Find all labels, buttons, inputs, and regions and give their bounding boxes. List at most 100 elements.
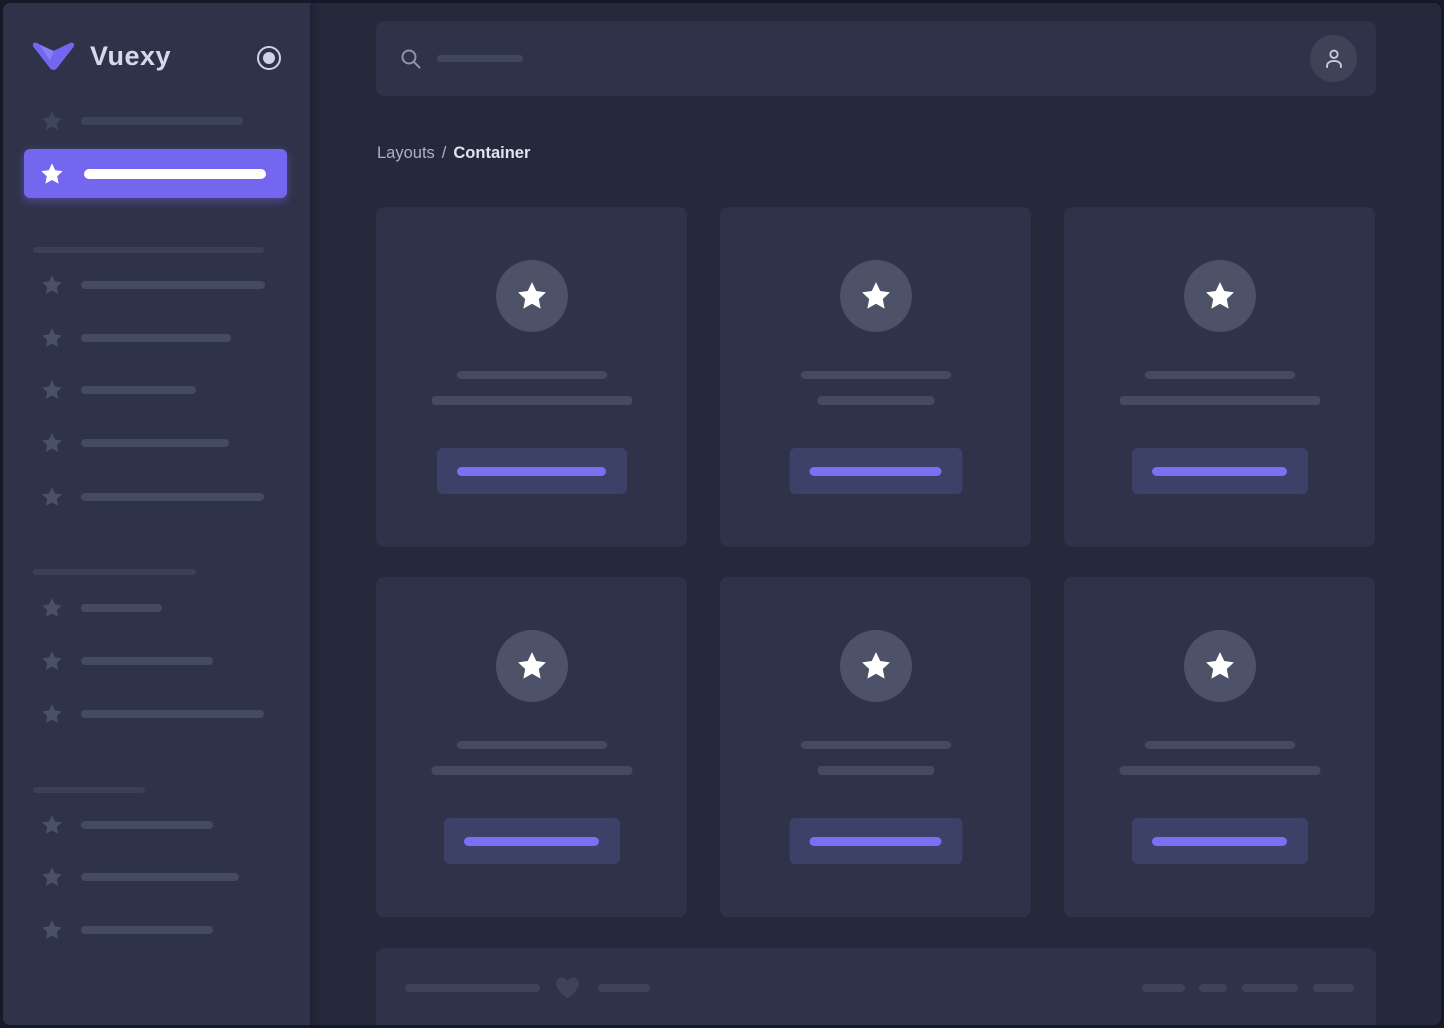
card-action-button[interactable] bbox=[1131, 818, 1308, 864]
footer-link-placeholder[interactable] bbox=[1242, 984, 1298, 992]
breadcrumb-parent-link[interactable]: Layouts bbox=[377, 144, 435, 163]
sidebar-item[interactable] bbox=[40, 702, 264, 726]
star-icon bbox=[40, 326, 64, 350]
section-header-placeholder bbox=[33, 247, 264, 253]
breadcrumb: Layouts / Container bbox=[377, 144, 530, 163]
sidebar-item[interactable] bbox=[40, 865, 239, 889]
sidebar-item[interactable] bbox=[40, 326, 231, 350]
card-action-button[interactable] bbox=[443, 818, 620, 864]
brand-name: Vuexy bbox=[90, 41, 172, 71]
breadcrumb-separator: / bbox=[441, 144, 447, 162]
breadcrumb-current: Container bbox=[453, 144, 531, 162]
card-avatar-circle bbox=[839, 260, 912, 332]
text-line-placeholder bbox=[456, 741, 607, 749]
star-icon bbox=[40, 378, 64, 402]
text-line-placeholder bbox=[1119, 766, 1320, 775]
nav-pin-icon[interactable] bbox=[257, 46, 281, 70]
sidebar-item[interactable] bbox=[40, 109, 243, 133]
menu-label-placeholder bbox=[81, 926, 213, 934]
card-avatar-circle bbox=[1183, 630, 1256, 702]
author-text-placeholder bbox=[598, 984, 650, 992]
sidebar-item[interactable] bbox=[40, 649, 213, 673]
sidebar-item[interactable] bbox=[40, 918, 213, 942]
star-icon bbox=[859, 649, 893, 683]
heart-icon bbox=[556, 977, 579, 999]
feature-card bbox=[720, 207, 1031, 547]
feature-card bbox=[1064, 577, 1375, 917]
footer-link-placeholder[interactable] bbox=[1313, 984, 1354, 992]
star-icon bbox=[40, 485, 64, 509]
user-icon bbox=[1325, 49, 1342, 68]
card-avatar-circle bbox=[495, 260, 568, 332]
button-label-placeholder bbox=[457, 466, 606, 476]
search-placeholder-skeleton bbox=[437, 55, 523, 62]
menu-label-placeholder bbox=[81, 439, 229, 447]
text-line-placeholder bbox=[817, 396, 934, 405]
sidebar-item[interactable] bbox=[40, 273, 265, 297]
sidebar-item[interactable] bbox=[40, 813, 213, 837]
search-icon bbox=[401, 49, 421, 68]
star-icon bbox=[40, 649, 64, 673]
text-line-placeholder bbox=[431, 766, 632, 775]
feature-card bbox=[376, 577, 687, 917]
menu-label-placeholder bbox=[81, 604, 162, 612]
sidebar-item-active[interactable] bbox=[24, 149, 287, 198]
feature-card bbox=[1064, 207, 1375, 547]
star-icon bbox=[515, 649, 549, 683]
search-bar[interactable] bbox=[376, 21, 1376, 96]
brand-link[interactable]: Vuexy bbox=[30, 40, 171, 72]
star-icon bbox=[515, 279, 549, 313]
sidebar-item[interactable] bbox=[40, 378, 196, 402]
feature-card bbox=[376, 207, 687, 547]
footer-card bbox=[376, 948, 1376, 1028]
card-action-button[interactable] bbox=[1131, 448, 1308, 494]
star-icon bbox=[1203, 279, 1237, 313]
sidebar-item[interactable] bbox=[40, 596, 162, 620]
text-line-placeholder bbox=[1144, 741, 1295, 749]
star-icon bbox=[40, 918, 64, 942]
card-action-button[interactable] bbox=[789, 818, 962, 864]
app-window: Vuexy Layouts / Container bbox=[0, 0, 1444, 1028]
star-icon bbox=[40, 109, 64, 133]
card-action-button[interactable] bbox=[789, 448, 962, 494]
sidebar-item[interactable] bbox=[40, 485, 264, 509]
star-icon bbox=[40, 702, 64, 726]
star-icon bbox=[40, 813, 64, 837]
star-icon bbox=[1203, 649, 1237, 683]
text-line-placeholder bbox=[1119, 396, 1320, 405]
menu-label-placeholder bbox=[81, 657, 213, 665]
star-icon bbox=[39, 161, 65, 187]
button-label-placeholder bbox=[464, 836, 599, 846]
footer-link-placeholder[interactable] bbox=[1199, 984, 1227, 992]
button-label-placeholder bbox=[1152, 836, 1287, 846]
text-line-placeholder bbox=[456, 371, 607, 379]
section-header-placeholder bbox=[33, 569, 196, 575]
text-line-placeholder bbox=[800, 741, 951, 749]
button-label-placeholder bbox=[809, 836, 942, 846]
star-icon bbox=[40, 273, 64, 297]
footer-link-placeholder[interactable] bbox=[1142, 984, 1185, 992]
button-label-placeholder bbox=[1152, 466, 1287, 476]
menu-label-placeholder bbox=[81, 281, 265, 289]
menu-label-placeholder bbox=[81, 710, 264, 718]
star-icon bbox=[40, 431, 64, 455]
menu-label-placeholder bbox=[81, 386, 196, 394]
card-avatar-circle bbox=[839, 630, 912, 702]
text-line-placeholder bbox=[431, 396, 632, 405]
copyright-text-placeholder bbox=[405, 984, 540, 992]
card-avatar-circle bbox=[1183, 260, 1256, 332]
menu-label-placeholder bbox=[81, 334, 231, 342]
menu-label-placeholder bbox=[81, 873, 239, 881]
sidebar-item[interactable] bbox=[40, 431, 229, 455]
cards-grid bbox=[376, 207, 1375, 917]
menu-label-placeholder bbox=[81, 821, 213, 829]
text-line-placeholder bbox=[817, 766, 934, 775]
text-line-placeholder bbox=[800, 371, 951, 379]
star-icon bbox=[40, 596, 64, 620]
feature-card bbox=[720, 577, 1031, 917]
text-line-placeholder bbox=[1144, 371, 1295, 379]
card-action-button[interactable] bbox=[436, 448, 627, 494]
button-label-placeholder bbox=[809, 466, 942, 476]
user-avatar-button[interactable] bbox=[1310, 35, 1357, 82]
sidebar: Vuexy bbox=[0, 0, 310, 1028]
